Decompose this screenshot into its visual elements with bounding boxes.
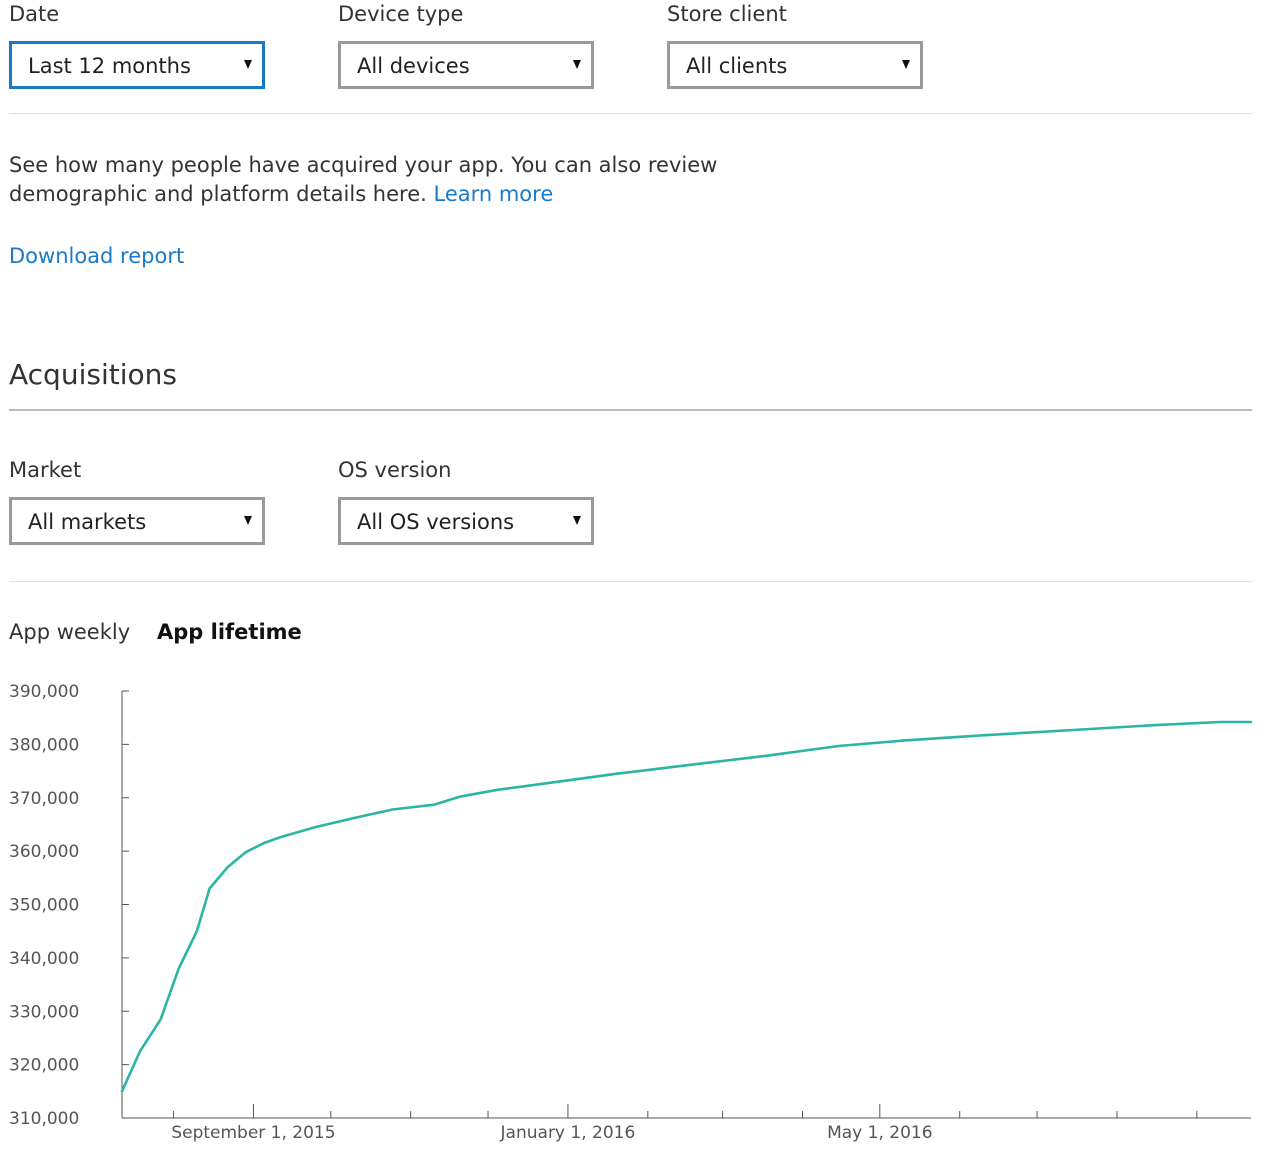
- os-select-value: All OS versions: [357, 510, 515, 534]
- device-select-value: All devices: [357, 54, 470, 78]
- store-filter-label: Store client: [667, 2, 787, 26]
- filters-divider: [9, 113, 1252, 114]
- chevron-down-icon: [573, 60, 581, 69]
- x-tick-label: January 1, 2016: [500, 1123, 636, 1143]
- description-text: See how many people have acquired your a…: [9, 153, 718, 206]
- chevron-down-icon: [244, 516, 252, 525]
- market-select[interactable]: All markets: [9, 497, 265, 545]
- series-line: [120, 720, 1253, 1093]
- date-select-value: Last 12 months: [28, 54, 191, 78]
- x-tick-label: May 1, 2016: [827, 1123, 932, 1143]
- y-tick-label: 330,000: [9, 1002, 79, 1022]
- store-select-value: All clients: [686, 54, 788, 78]
- download-report-link[interactable]: Download report: [9, 244, 184, 268]
- date-filter-label: Date: [9, 2, 60, 26]
- y-tick-label: 320,000: [9, 1056, 79, 1076]
- acquisitions-chart: 390,000 380,000 370,000 360,000 350,000 340,0…: [9, 682, 1253, 1143]
- y-tick-label: 380,000: [9, 735, 79, 755]
- y-tick-label: 340,000: [9, 949, 79, 969]
- chevron-down-icon: [573, 516, 581, 525]
- date-select[interactable]: Last 12 months: [9, 41, 265, 89]
- y-tick-label: 310,000: [9, 1109, 79, 1129]
- y-tick-label: 370,000: [9, 789, 79, 809]
- tab-app-weekly[interactable]: App weekly: [9, 620, 130, 644]
- section-divider: [9, 409, 1252, 411]
- y-tick-label: 360,000: [9, 842, 79, 862]
- section-title: Acquisitions: [9, 358, 177, 391]
- market-select-value: All markets: [28, 510, 147, 534]
- device-filter-label: Device type: [338, 2, 464, 26]
- tab-app-lifetime[interactable]: App lifetime: [157, 620, 302, 644]
- os-version-select[interactable]: All OS versions: [338, 497, 594, 545]
- device-type-select[interactable]: All devices: [338, 41, 594, 89]
- store-client-select[interactable]: All clients: [667, 41, 923, 89]
- market-filter-label: Market: [9, 458, 82, 482]
- os-filter-label: OS version: [338, 458, 452, 482]
- learn-more-link[interactable]: Learn more: [433, 182, 553, 206]
- x-tick-label: September 1, 2015: [171, 1123, 335, 1143]
- chevron-down-icon: [902, 60, 910, 69]
- y-tick-label: 390,000: [9, 682, 79, 702]
- chevron-down-icon: [244, 60, 252, 69]
- chart-divider: [9, 581, 1252, 582]
- page-description: See how many people have acquired your a…: [9, 151, 829, 209]
- y-tick-label: 350,000: [9, 896, 79, 916]
